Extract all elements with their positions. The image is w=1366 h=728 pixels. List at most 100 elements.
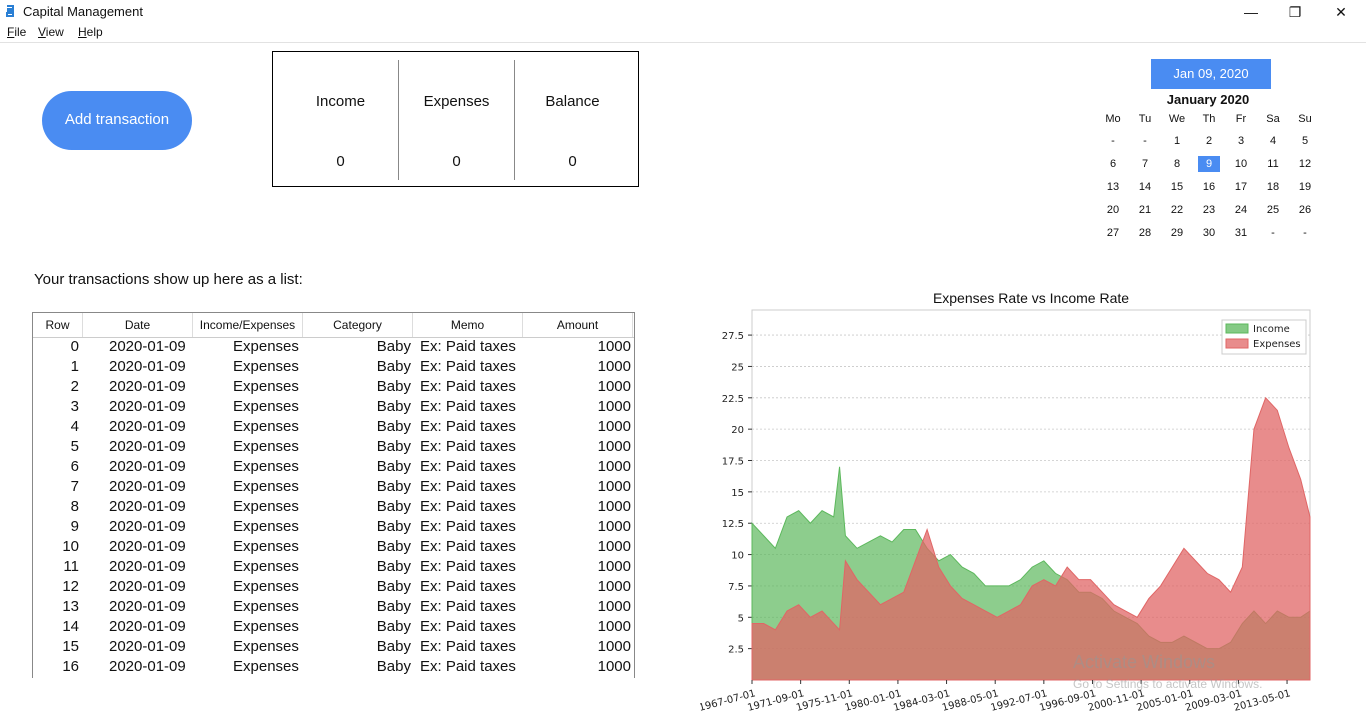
calendar-day[interactable]: 30 [1198, 225, 1220, 241]
calendar-day[interactable]: 13 [1102, 179, 1124, 195]
cell-memo: Ex: Paid taxes [420, 398, 516, 415]
close-button[interactable]: ✕ [1326, 2, 1356, 22]
calendar-day[interactable]: 28 [1134, 225, 1156, 241]
cell-date: 2020-01-09 [109, 598, 186, 615]
table-row[interactable]: 15 2020-01-09 Expenses Baby Ex: Paid taxes 10… [33, 637, 634, 657]
cell-type: Expenses [233, 538, 299, 555]
cell-row: 1 [70, 358, 79, 375]
table-row[interactable]: 16 2020-01-09 Expenses Baby Ex: Paid taxes 10… [33, 657, 634, 677]
date-picker-button[interactable]: Jan 09, 2020 [1151, 59, 1271, 89]
table-row[interactable]: 0 2020-01-09 Expenses Baby Ex: Paid taxes 100… [33, 337, 634, 357]
calendar-empty-day: - [1271, 227, 1275, 239]
cell-type: Expenses [233, 578, 299, 595]
calendar-empty-day: - [1303, 227, 1307, 239]
table-row[interactable]: 5 2020-01-09 Expenses Baby Ex: Paid taxes 100… [33, 437, 634, 457]
calendar-day[interactable]: 7 [1134, 156, 1156, 172]
calendar-day[interactable]: 15 [1166, 179, 1188, 195]
cell-row: 10 [62, 538, 79, 555]
cell-memo: Ex: Paid taxes [420, 478, 516, 495]
calendar-day[interactable]: 16 [1198, 179, 1220, 195]
menu-bar: File View Help [0, 25, 1366, 43]
calendar-day[interactable]: 18 [1262, 179, 1284, 195]
table-row[interactable]: 8 2020-01-09 Expenses Baby Ex: Paid taxes 100… [33, 497, 634, 517]
calendar-day[interactable]: 3 [1230, 133, 1252, 149]
calendar-day[interactable]: 26 [1294, 202, 1316, 218]
menu-help[interactable]: Help [78, 25, 103, 39]
cell-memo: Ex: Paid taxes [420, 518, 516, 535]
weekday-label: Su [1298, 113, 1312, 125]
table-row[interactable]: 10 2020-01-09 Expenses Baby Ex: Paid taxes 10… [33, 537, 634, 557]
menu-file[interactable]: File [7, 25, 26, 39]
column-header-type[interactable]: Income/Expenses [193, 313, 303, 337]
cell-date: 2020-01-09 [109, 618, 186, 635]
calendar-day[interactable]: 12 [1294, 156, 1316, 172]
calendar-day[interactable]: 22 [1166, 202, 1188, 218]
cell-date: 2020-01-09 [109, 658, 186, 675]
cell-memo: Ex: Paid taxes [420, 618, 516, 635]
calendar-day[interactable]: 20 [1102, 202, 1124, 218]
cell-memo: Ex: Paid taxes [420, 498, 516, 515]
cell-type: Expenses [233, 458, 299, 475]
calendar-day[interactable]: 10 [1230, 156, 1252, 172]
cell-date: 2020-01-09 [109, 458, 186, 475]
weekday-label: Mo [1105, 113, 1121, 125]
table-row[interactable]: 6 2020-01-09 Expenses Baby Ex: Paid taxes 100… [33, 457, 634, 477]
table-row[interactable]: 1 2020-01-09 Expenses Baby Ex: Paid taxes 100… [33, 357, 634, 377]
table-row[interactable]: 11 2020-01-09 Expenses Baby Ex: Paid taxes 10… [33, 557, 634, 577]
cell-category: Baby [376, 598, 411, 615]
column-header-amount[interactable]: Amount [523, 313, 633, 337]
calendar-day[interactable]: 11 [1262, 156, 1284, 172]
column-header-memo[interactable]: Memo [413, 313, 523, 337]
calendar-day[interactable]: 17 [1230, 179, 1252, 195]
cell-row: 14 [62, 618, 79, 635]
calendar-day[interactable]: 21 [1134, 202, 1156, 218]
calendar-month-label: January 2020 [1166, 92, 1250, 107]
cell-amount: 1000 [597, 658, 631, 675]
table-row[interactable]: 3 2020-01-09 Expenses Baby Ex: Paid taxes 100… [33, 397, 634, 417]
calendar-day[interactable]: 1 [1166, 133, 1188, 149]
minimize-button[interactable]: — [1236, 2, 1266, 22]
cell-amount: 1000 [597, 378, 631, 395]
weekday-label: We [1168, 113, 1186, 125]
menu-view[interactable]: View [38, 25, 64, 39]
calendar-day[interactable]: 19 [1294, 179, 1316, 195]
table-row[interactable]: 4 2020-01-09 Expenses Baby Ex: Paid taxes 100… [33, 417, 634, 437]
table-row[interactable]: 13 2020-01-09 Expenses Baby Ex: Paid taxes 10… [33, 597, 634, 617]
y-tick-label: 27.5 [722, 331, 744, 342]
weekday-label: Fr [1235, 113, 1247, 125]
table-row[interactable]: 12 2020-01-09 Expenses Baby Ex: Paid taxes 10… [33, 577, 634, 597]
add-transaction-button[interactable]: Add transaction [42, 91, 192, 150]
calendar-day[interactable]: 24 [1230, 202, 1252, 218]
calendar-day[interactable]: 27 [1102, 225, 1124, 241]
cell-amount: 1000 [597, 338, 631, 355]
table-row[interactable]: 9 2020-01-09 Expenses Baby Ex: Paid taxes 100… [33, 517, 634, 537]
legend-swatch-income [1225, 323, 1249, 334]
calendar-day[interactable]: 2 [1198, 133, 1220, 149]
cell-type: Expenses [233, 658, 299, 675]
y-tick-label: 17.5 [722, 457, 744, 468]
column-header-date[interactable]: Date [83, 313, 193, 337]
calendar-week: 13 14 15 16 17 18 19 [1102, 179, 1326, 197]
maximize-button[interactable]: ❐ [1280, 2, 1310, 22]
calendar-day[interactable]: 29 [1166, 225, 1188, 241]
cell-amount: 1000 [597, 638, 631, 655]
cell-row: 8 [70, 498, 79, 515]
calendar-day[interactable]: 31 [1230, 225, 1252, 241]
table-row[interactable]: 2 2020-01-09 Expenses Baby Ex: Paid taxes 100… [33, 377, 634, 397]
calendar-day[interactable]: 5 [1294, 133, 1316, 149]
column-header-category[interactable]: Category [303, 313, 413, 337]
cell-memo: Ex: Paid taxes [420, 638, 516, 655]
cell-memo: Ex: Paid taxes [420, 538, 516, 555]
table-row[interactable]: 14 2020-01-09 Expenses Baby Ex: Paid taxes 10… [33, 617, 634, 637]
calendar-day[interactable]: 4 [1262, 133, 1284, 149]
calendar-day[interactable]: 6 [1102, 156, 1124, 172]
calendar-day[interactable]: 23 [1198, 202, 1220, 218]
calendar-day[interactable]: 9 [1198, 156, 1220, 172]
calendar-day[interactable]: 25 [1262, 202, 1284, 218]
calendar-day[interactable]: 8 [1166, 156, 1188, 172]
column-header-row[interactable]: Row [33, 313, 83, 337]
cell-date: 2020-01-09 [109, 498, 186, 515]
calendar-day[interactable]: 14 [1134, 179, 1156, 195]
table-row[interactable]: 7 2020-01-09 Expenses Baby Ex: Paid taxes 100… [33, 477, 634, 497]
cell-memo: Ex: Paid taxes [420, 558, 516, 575]
